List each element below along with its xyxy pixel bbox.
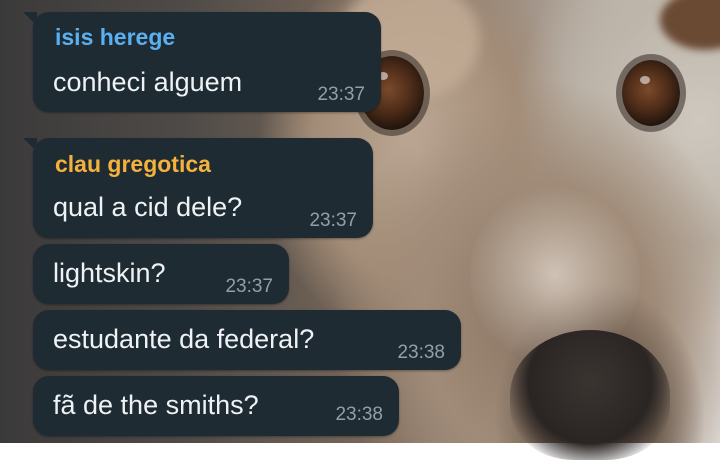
sender-name[interactable]: isis herege xyxy=(55,24,175,51)
wallpaper-dog-eye-right xyxy=(622,60,680,126)
wallpaper-dog-ear-right xyxy=(660,0,720,50)
message-bubble[interactable]: lightskin? 23:37 xyxy=(33,244,289,304)
message-text: estudante da federal? xyxy=(53,324,315,354)
sender-name[interactable]: clau gregotica xyxy=(55,151,211,178)
message-timestamp: 23:38 xyxy=(397,342,445,363)
wallpaper-dog-nose xyxy=(510,330,670,460)
message-timestamp: 23:38 xyxy=(335,404,383,425)
message-bubble[interactable]: estudante da federal? 23:38 xyxy=(33,310,461,370)
message-timestamp: 23:37 xyxy=(225,276,273,297)
message-bubble[interactable]: isis herege conheci alguem 23:37 xyxy=(23,12,381,112)
message-text: qual a cid dele? xyxy=(53,192,243,222)
message-timestamp: 23:37 xyxy=(317,84,365,105)
message-text: conheci alguem xyxy=(53,67,243,97)
message-bubble[interactable]: fã de the smiths? 23:38 xyxy=(33,376,399,436)
message-timestamp: 23:37 xyxy=(309,210,357,231)
message-text: fã de the smiths? xyxy=(53,390,259,420)
message-text: lightskin? xyxy=(53,258,166,288)
message-bubble[interactable]: clau gregotica qual a cid dele? 23:37 xyxy=(23,138,373,238)
